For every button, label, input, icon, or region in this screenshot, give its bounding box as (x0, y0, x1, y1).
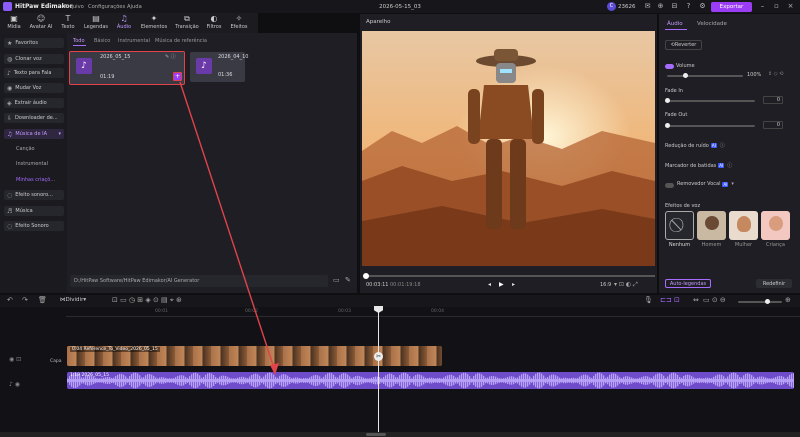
annotation-arrow (179, 81, 279, 375)
horizontal-scrollbar[interactable] (0, 432, 800, 437)
scrollbar-thumb[interactable] (366, 433, 386, 436)
